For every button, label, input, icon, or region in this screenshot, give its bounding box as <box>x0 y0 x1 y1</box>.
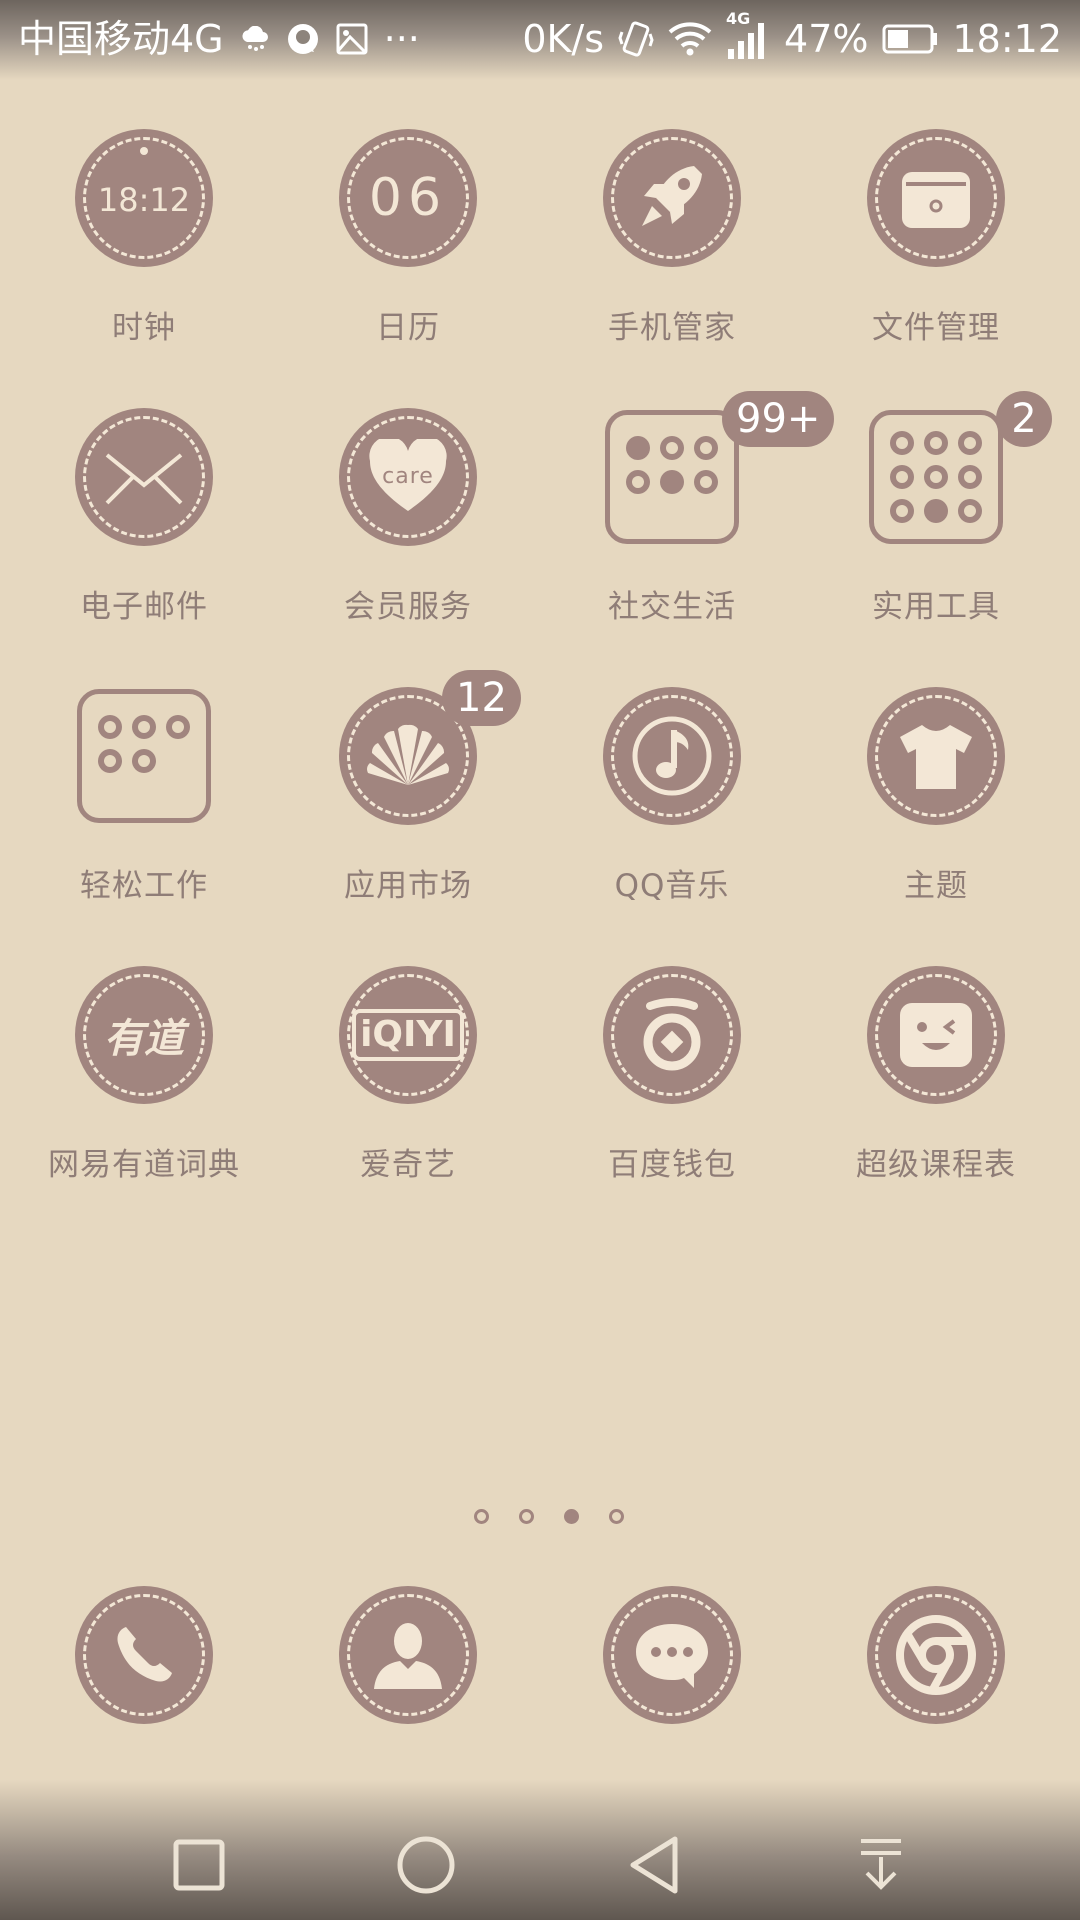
tshirt-icon <box>866 686 1006 826</box>
rocket-icon <box>602 128 742 268</box>
app-label: 手机管家 <box>608 310 736 346</box>
square-icon <box>173 1839 225 1891</box>
music-note-icon <box>602 686 742 826</box>
app-label: 会员服务 <box>344 589 472 625</box>
app-email[interactable]: 电子邮件 <box>12 407 276 686</box>
app-file-manager[interactable]: 文件管理 <box>804 128 1068 407</box>
app-grid: 18:12 时钟 06 日历 手机管家 文件管理 电子邮件 care 会员服务 … <box>0 128 1080 1244</box>
recent-apps-button[interactable] <box>85 1780 313 1920</box>
pull-down-icon <box>861 1839 902 1890</box>
notification-badge: 12 <box>442 670 521 726</box>
app-member-service[interactable]: care 会员服务 <box>276 407 540 686</box>
page-dot[interactable] <box>609 1509 624 1524</box>
page-dot-active[interactable] <box>564 1509 579 1524</box>
app-label: 网易有道词典 <box>48 1147 240 1183</box>
contact-person-icon <box>338 1585 478 1725</box>
folder-social-life[interactable]: 99+ 社交生活 <box>540 391 835 686</box>
app-label: 文件管理 <box>872 310 1000 346</box>
page-indicator[interactable] <box>0 1509 1080 1524</box>
app-baidu-wallet[interactable]: 百度钱包 <box>540 965 804 1244</box>
more-notifications-icon: ··· <box>383 17 420 61</box>
page-dot[interactable] <box>474 1509 489 1524</box>
app-phone-manager[interactable]: 手机管家 <box>540 128 804 407</box>
app-clock[interactable]: 18:12 时钟 <box>12 128 276 407</box>
app-label: 轻松工作 <box>80 868 208 904</box>
wifi-icon <box>668 22 712 56</box>
iqiyi-logo-icon: iQIYI <box>338 965 478 1105</box>
signal-icon: 4G <box>726 9 770 59</box>
app-youdao-dictionary[interactable]: 有道 网易有道词典 <box>12 965 276 1244</box>
home-button[interactable] <box>313 1780 541 1920</box>
app-iqiyi[interactable]: iQIYI 爱奇艺 <box>276 965 540 1244</box>
app-label: 实用工具 <box>872 589 1000 625</box>
qq-notification-icon <box>286 22 320 56</box>
app-label: 电子邮件 <box>80 589 208 625</box>
app-super-timetable[interactable]: 超级课程表 <box>804 965 1068 1244</box>
folder-tools-icon <box>866 407 1006 547</box>
vibrate-icon <box>618 20 654 58</box>
notification-badge: 2 <box>996 391 1052 447</box>
folder-utilities[interactable]: 2 实用工具 <box>804 391 1068 686</box>
app-themes[interactable]: 主题 <box>804 686 1068 965</box>
app-qq-music[interactable]: QQ音乐 <box>540 686 804 965</box>
dock-phone[interactable] <box>12 1585 276 1725</box>
phone-icon <box>74 1585 214 1725</box>
app-label: 百度钱包 <box>608 1147 736 1183</box>
app-app-market[interactable]: 12 应用市场 <box>276 670 540 965</box>
app-label: 超级课程表 <box>856 1147 1016 1183</box>
folder-social-icon <box>602 407 742 547</box>
dock <box>0 1585 1080 1725</box>
back-triangle-icon <box>630 1836 678 1894</box>
clock-time: 18:12 <box>952 17 1062 61</box>
battery-percent: 47% <box>784 17 869 61</box>
mail-icon <box>74 407 214 547</box>
dock-browser[interactable] <box>804 1585 1068 1725</box>
cloud-icon <box>240 26 270 52</box>
image-icon <box>336 23 368 55</box>
clock-icon: 18:12 <box>74 128 214 268</box>
notification-pulldown-button[interactable] <box>768 1780 996 1920</box>
navigation-bar <box>0 1780 1080 1920</box>
chat-bubble-icon <box>602 1585 742 1725</box>
carrier-label: 中国移动4G <box>18 17 224 61</box>
clock-icon-time: 18:12 <box>97 181 191 219</box>
page-dot[interactable] <box>519 1509 534 1524</box>
baidu-wallet-icon <box>602 965 742 1105</box>
app-label: 社交生活 <box>608 589 736 625</box>
folder-easy-work[interactable]: 轻松工作 <box>12 686 276 965</box>
care-text: care <box>382 463 434 489</box>
network-speed: 0K/s <box>522 17 605 61</box>
dock-messages[interactable] <box>540 1585 804 1725</box>
heart-icon: care <box>338 407 478 547</box>
circle-icon <box>397 1836 455 1894</box>
app-label: 爱奇艺 <box>360 1147 456 1183</box>
calendar-icon: 06 <box>338 128 478 268</box>
calendar-icon-date: 06 <box>368 168 448 228</box>
folder-work-icon <box>74 686 214 826</box>
chrome-browser-icon <box>866 1585 1006 1725</box>
battery-icon <box>882 24 938 54</box>
app-calendar[interactable]: 06 日历 <box>276 128 540 407</box>
network-type-label: 4G <box>726 9 751 28</box>
app-label: 日历 <box>376 310 440 346</box>
youdao-glyph: 有道 <box>104 1016 184 1062</box>
app-label: 应用市场 <box>344 868 472 904</box>
app-label: 主题 <box>904 868 968 904</box>
smiley-box-icon <box>866 965 1006 1105</box>
back-button[interactable] <box>540 1780 768 1920</box>
folder-icon <box>866 128 1006 268</box>
app-label: 时钟 <box>112 310 176 346</box>
dock-contacts[interactable] <box>276 1585 540 1725</box>
app-label: QQ音乐 <box>614 868 730 904</box>
youdao-logo-icon: 有道 <box>74 965 214 1105</box>
status-bar: 中国移动4G ··· 0K/s 4G 47% 18:12 <box>0 0 1080 80</box>
iqiyi-glyph: iQIYI <box>352 1009 464 1061</box>
